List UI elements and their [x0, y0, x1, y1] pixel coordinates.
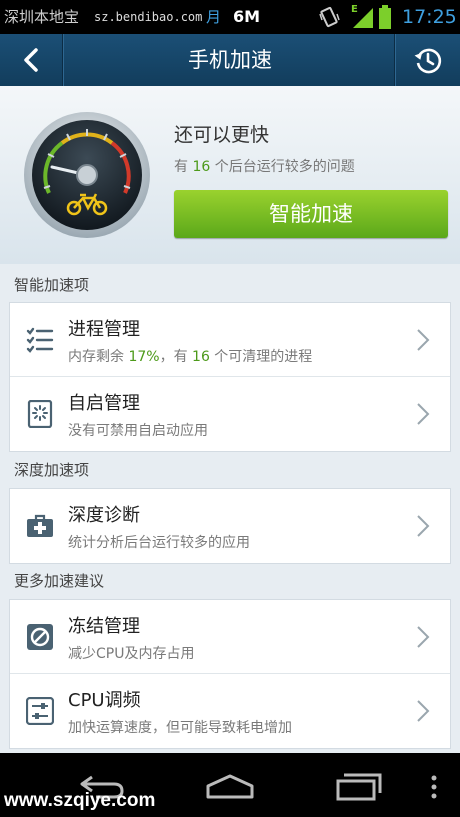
data-size-label: 6M — [233, 7, 261, 26]
item-title: 冻结管理 — [68, 616, 140, 637]
calendar-icon: 月 — [206, 8, 222, 26]
chevron-right-icon — [417, 329, 430, 351]
notification-app-name: 深圳本地宝 — [4, 8, 80, 26]
header-divider — [62, 34, 63, 86]
chevron-right-icon — [417, 515, 430, 537]
header-divider — [394, 34, 395, 86]
sliders-icon — [26, 697, 54, 725]
vibrate-icon — [319, 6, 340, 28]
item-subtitle: 统计分析后台运行较多的应用 — [68, 535, 250, 551]
speedup-summary-panel: 还可以更快 有 16 个后台运行较多的问题 智能加速 — [0, 86, 460, 264]
section-card: 冻结管理 减少CPU及内存占用 CPU调频 加快运算速度，但可能导致耗电增加 — [9, 599, 451, 749]
list-item-deep-diagnosis[interactable]: 深度诊断 统计分析后台运行较多的应用 — [10, 489, 450, 563]
chevron-right-icon — [417, 700, 430, 722]
overflow-menu-icon[interactable] — [430, 775, 438, 799]
section-card: 深度诊断 统计分析后台运行较多的应用 — [9, 488, 451, 564]
notification-url: sz.bendibao.com — [94, 10, 203, 24]
signal-icon — [353, 8, 373, 28]
item-title: 自启管理 — [68, 393, 140, 414]
list-item-freeze-manager[interactable]: 冻结管理 减少CPU及内存占用 — [10, 600, 450, 674]
clock-time: 17:25 — [402, 6, 457, 28]
section-card: 进程管理 内存剩余 17%，有 16 个可清理的进程 自启管理 没有可禁用自启动… — [9, 302, 451, 452]
checklist-icon — [26, 327, 54, 353]
problem-count: 16 — [192, 159, 211, 175]
speedup-summary: 有 16 个后台运行较多的问题 — [174, 159, 355, 175]
chevron-right-icon — [417, 403, 430, 425]
freeze-icon — [27, 624, 53, 650]
back-arrow-icon — [24, 48, 38, 72]
clock-history-icon — [414, 48, 442, 74]
list-item-cpu-frequency[interactable]: CPU调频 加快运算速度，但可能导致耗电增加 — [10, 674, 450, 748]
page-title: 手机加速 — [188, 48, 272, 72]
list-item-autostart-manager[interactable]: 自启管理 没有可禁用自启动应用 — [10, 377, 450, 451]
section-header: 深度加速项 — [14, 461, 90, 479]
watermark-text: www.szqiye.com — [4, 790, 156, 811]
memory-remaining: 17% — [128, 349, 160, 365]
item-title: 进程管理 — [68, 319, 140, 340]
status-bar: 深圳本地宝 sz.bendibao.com 月 6M E 17:25 — [0, 0, 460, 34]
home-nav-icon[interactable] — [205, 773, 255, 799]
section-header: 智能加速项 — [14, 276, 90, 294]
smart-speedup-button[interactable]: 智能加速 — [174, 190, 448, 238]
item-subtitle: 减少CPU及内存占用 — [68, 646, 195, 662]
item-title: CPU调频 — [68, 690, 141, 711]
battery-icon — [379, 5, 391, 29]
back-button[interactable] — [0, 34, 62, 86]
process-count: 16 — [192, 349, 210, 365]
speedup-headline: 还可以更快 — [174, 124, 270, 146]
list-item-process-manager[interactable]: 进程管理 内存剩余 17%，有 16 个可清理的进程 — [10, 303, 450, 377]
history-button[interactable] — [396, 34, 460, 86]
chevron-right-icon — [417, 626, 430, 648]
item-subtitle: 没有可禁用自启动应用 — [68, 423, 208, 439]
item-title: 深度诊断 — [68, 505, 140, 526]
autostart-icon — [27, 400, 53, 428]
first-aid-kit-icon — [27, 514, 53, 537]
speedometer-icon — [24, 112, 150, 238]
item-subtitle: 加快运算速度，但可能导致耗电增加 — [68, 720, 292, 736]
app-header: 手机加速 — [0, 34, 460, 86]
section-header: 更多加速建议 — [14, 572, 105, 590]
speedup-options-list: 智能加速项 进程管理 内存剩余 17%，有 16 个可清理的进程 自启管理 没有… — [0, 264, 460, 753]
item-subtitle: 内存剩余 17%，有 16 个可清理的进程 — [68, 349, 313, 365]
recent-apps-icon[interactable] — [336, 773, 382, 801]
